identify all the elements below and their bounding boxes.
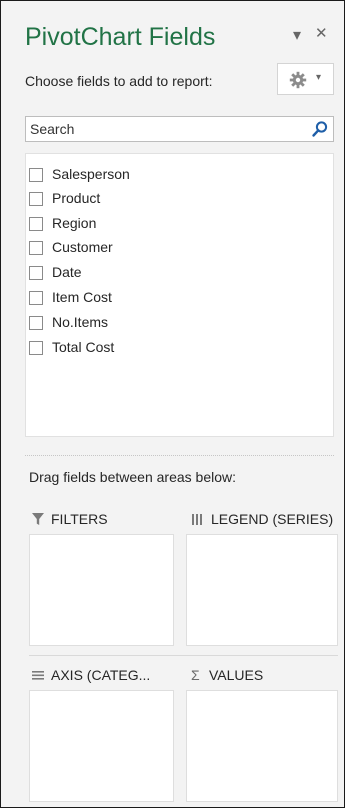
field-label: Total Cost: [52, 339, 115, 355]
field-list: Salesperson Product Region Customer Date…: [25, 153, 334, 437]
drag-fields-label: Drag fields between areas below:: [29, 469, 237, 485]
area-separator: [29, 655, 338, 656]
field-label: Region: [52, 215, 97, 231]
axis-area-header: AXIS (CATEG...: [31, 666, 176, 688]
values-area-label: VALUES: [209, 667, 264, 683]
chevron-down-icon: ▾: [316, 72, 322, 83]
close-pane-button[interactable]: ✕: [315, 24, 328, 42]
search-box: [25, 116, 334, 142]
field-label: Item Cost: [52, 289, 112, 305]
legend-area-label: LEGEND (SERIES): [211, 511, 334, 527]
pane-title: PivotChart Fields: [25, 23, 216, 51]
field-checkbox[interactable]: [29, 316, 43, 330]
legend-bars-icon: [192, 514, 202, 525]
field-checkbox[interactable]: [29, 217, 43, 231]
legend-area-header: LEGEND (SERIES): [191, 510, 341, 532]
field-label: Customer: [52, 239, 113, 255]
tools-button[interactable]: ▾: [277, 63, 334, 95]
pane-options-button[interactable]: ▾: [293, 25, 301, 45]
filters-drop-area[interactable]: [29, 534, 174, 646]
search-input[interactable]: [26, 117, 304, 141]
pivotchart-fields-pane: PivotChart Fields ▾ ✕ Choose fields to a…: [0, 0, 345, 808]
values-drop-area[interactable]: [186, 690, 338, 802]
field-checkbox[interactable]: [29, 241, 43, 255]
field-item-no-items[interactable]: No.Items: [28, 313, 328, 335]
values-area-header: Σ VALUES: [191, 666, 341, 688]
field-item-item-cost[interactable]: Item Cost: [28, 288, 328, 310]
field-item-date[interactable]: Date: [28, 263, 328, 285]
field-checkbox[interactable]: [29, 341, 43, 355]
axis-drop-area[interactable]: [29, 690, 174, 802]
filter-icon: [32, 513, 44, 525]
filters-area-header: FILTERS: [31, 510, 171, 532]
gear-icon: [289, 71, 307, 89]
choose-fields-label: Choose fields to add to report:: [25, 73, 213, 89]
filters-area-label: FILTERS: [51, 511, 108, 527]
field-label: Product: [52, 190, 101, 206]
field-item-salesperson[interactable]: Salesperson: [28, 165, 328, 187]
field-label: Date: [52, 264, 82, 280]
sigma-icon: Σ: [191, 667, 200, 683]
field-label: Salesperson: [52, 166, 130, 182]
axis-area-label: AXIS (CATEG...: [51, 667, 151, 683]
field-label: No.Items: [52, 314, 109, 330]
search-icon[interactable]: [311, 120, 329, 138]
field-item-customer[interactable]: Customer: [28, 238, 328, 260]
field-checkbox[interactable]: [29, 168, 43, 182]
section-divider: [25, 455, 334, 456]
legend-drop-area[interactable]: [186, 534, 338, 646]
field-item-product[interactable]: Product: [28, 189, 328, 211]
field-item-total-cost[interactable]: Total Cost: [28, 338, 328, 360]
field-checkbox[interactable]: [29, 266, 43, 280]
field-checkbox[interactable]: [29, 291, 43, 305]
field-checkbox[interactable]: [29, 192, 43, 206]
axis-lines-icon: [32, 671, 44, 680]
field-item-region[interactable]: Region: [28, 214, 328, 236]
